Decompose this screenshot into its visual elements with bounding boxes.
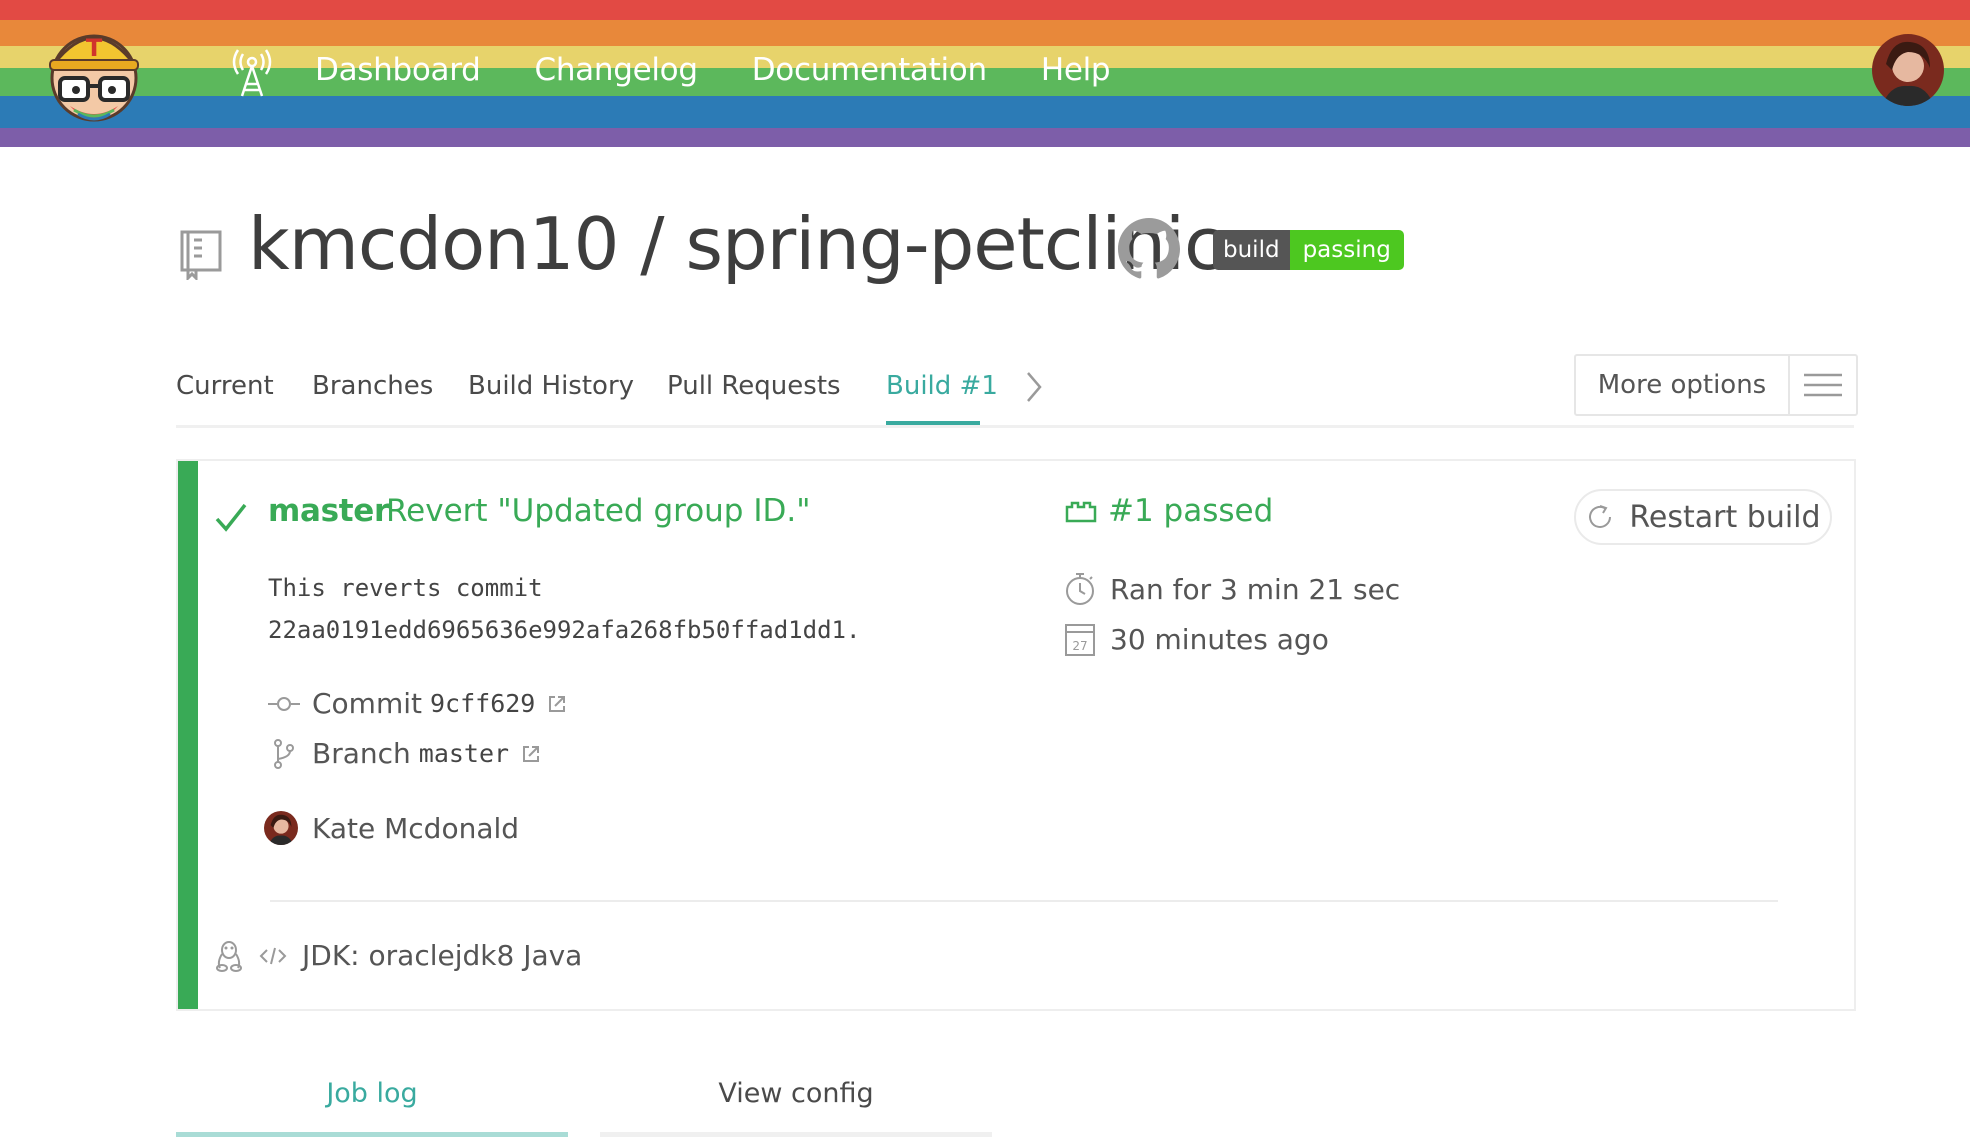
svg-text:T: T: [86, 34, 103, 62]
commit-message-line-1: This reverts commit: [268, 574, 543, 602]
nav-dashboard-link[interactable]: Dashboard: [315, 52, 481, 88]
build-finished: 27 30 minutes ago: [1064, 621, 1329, 657]
stopwatch-icon: [1066, 573, 1094, 605]
code-icon: [259, 947, 287, 964]
travis-mascot-logo-icon[interactable]: T: [40, 18, 148, 126]
card-divider: [270, 900, 1778, 902]
repository-icon: [180, 230, 222, 280]
rainbow-stripe-red: [0, 0, 1970, 20]
branch-icon: [268, 738, 300, 770]
rainbow-stripe-purple: [0, 128, 1970, 147]
build-status-bar: [178, 461, 198, 1009]
tab-build-1[interactable]: Build #1: [886, 371, 998, 401]
build-status: #1 passed: [1064, 493, 1273, 529]
calendar-icon: 27: [1065, 624, 1095, 656]
restart-build-label: Restart build: [1629, 499, 1821, 535]
more-options-label: More options: [1576, 356, 1790, 414]
job-info: JDK: oraclejdk8 Java: [214, 939, 582, 972]
restart-build-button[interactable]: Restart build: [1574, 489, 1832, 545]
tab-build-history[interactable]: Build History: [468, 371, 634, 401]
nav-changelog-link[interactable]: Changelog: [534, 52, 698, 88]
broadcast-tower-icon[interactable]: [232, 48, 272, 98]
external-link-icon: [549, 695, 566, 712]
external-link-icon: [523, 745, 540, 762]
calendar-day: 27: [1072, 639, 1087, 653]
tab-pull-requests[interactable]: Pull Requests: [667, 371, 841, 401]
view-config-tab-indicator: [600, 1132, 992, 1137]
user-avatar[interactable]: [1872, 34, 1944, 106]
commit-message-line-2: 22aa0191edd6965636e992afa268fb50ffad1dd1…: [268, 616, 861, 644]
rainbow-stripe-orange: [0, 20, 1970, 46]
tab-branches[interactable]: Branches: [312, 371, 433, 401]
commit-author: Kate Mcdonald: [264, 811, 519, 845]
chevron-right-icon: [1027, 372, 1042, 402]
tab-current[interactable]: Current: [176, 371, 274, 401]
commit-icon: [268, 688, 300, 720]
author-avatar: [264, 811, 298, 845]
branch-value: master: [418, 739, 510, 768]
build-passed-icon: [1065, 501, 1097, 523]
build-duration: Ran for 3 min 21 sec: [1064, 571, 1400, 607]
commit-label: Commit: [312, 687, 422, 720]
tab-job-log[interactable]: Job log: [176, 1078, 568, 1109]
build-summary-card: master Revert "Updated group ID." This r…: [176, 459, 1856, 1011]
rainbow-stripe-blue: [0, 96, 1970, 128]
linux-icon: [216, 940, 242, 972]
badge-status: passing: [1289, 230, 1404, 270]
build-finished-text: 30 minutes ago: [1110, 622, 1329, 656]
build-duration-text: Ran for 3 min 21 sec: [1110, 572, 1401, 606]
commit-link[interactable]: Commit 9cff629: [268, 687, 567, 720]
restart-icon: [1589, 505, 1612, 528]
badge-label: build: [1213, 230, 1290, 270]
commit-message: This reverts commit 22aa0191edd6965636e9…: [268, 567, 860, 651]
top-header: T Dashboard Changelog Documentation Help: [0, 0, 1970, 147]
build-status-badge[interactable]: build passing: [1213, 230, 1404, 270]
build-branch-name[interactable]: master: [268, 493, 389, 529]
build-status-text: #1 passed: [1108, 493, 1274, 529]
branch-link[interactable]: Branch master: [268, 737, 541, 770]
nav-help-link[interactable]: Help: [1041, 52, 1111, 88]
job-log-tab-indicator: [176, 1132, 568, 1137]
main-nav: Dashboard Changelog Documentation Help: [315, 52, 1111, 88]
job-language: JDK: oraclejdk8 Java: [302, 939, 583, 972]
tab-view-config[interactable]: View config: [600, 1078, 992, 1109]
branch-label: Branch: [312, 737, 411, 770]
active-tab-indicator: [886, 421, 980, 425]
check-icon: [215, 503, 247, 532]
commit-title: Revert "Updated group ID.": [386, 493, 811, 529]
github-icon[interactable]: [1118, 218, 1180, 280]
author-name: Kate Mcdonald: [312, 811, 520, 845]
nav-documentation-link[interactable]: Documentation: [752, 52, 987, 88]
more-options-button[interactable]: More options: [1574, 354, 1858, 416]
commit-sha: 9cff629: [430, 689, 536, 718]
hamburger-menu-icon: [1790, 356, 1856, 414]
repo-title: kmcdon10 / spring-petclinic: [248, 202, 1224, 286]
